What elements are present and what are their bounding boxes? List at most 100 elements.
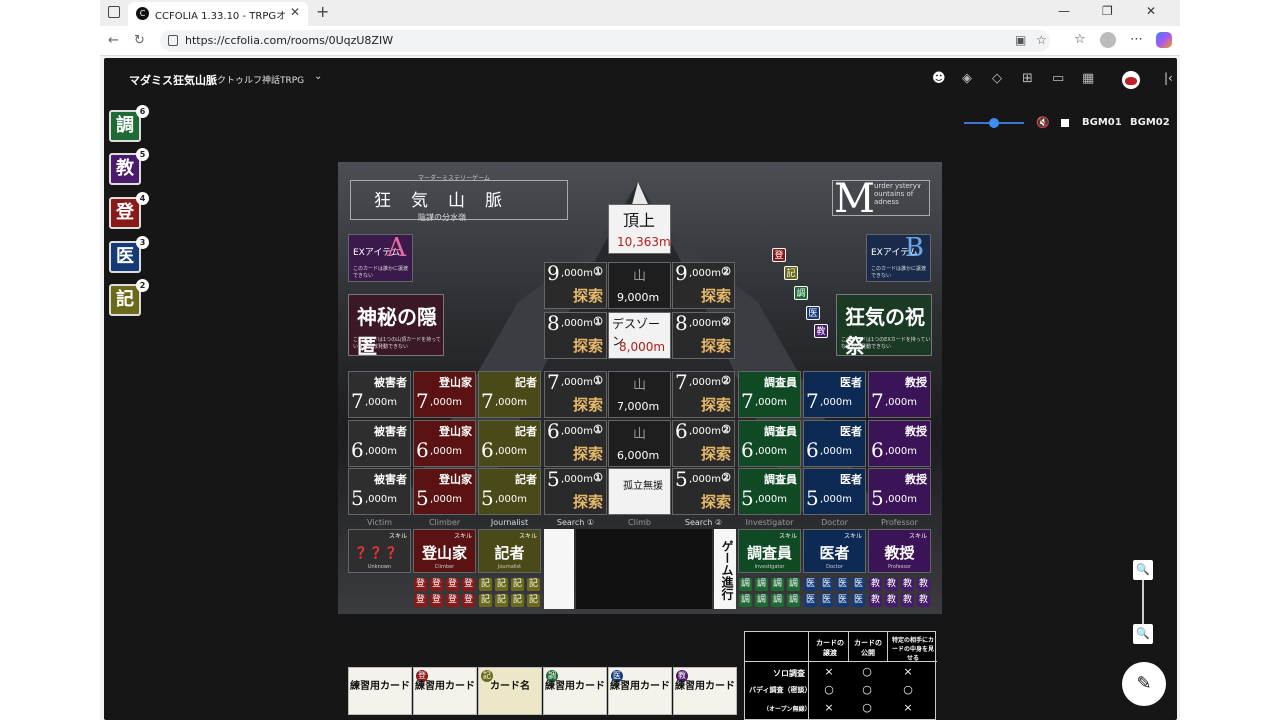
zoom-out-icon[interactable]: 🔍 [1133,624,1153,644]
role-chip[interactable]: 医 [804,578,817,591]
skill-card-investigator[interactable]: スキル 調査員 Investigator [738,529,801,573]
tab-active[interactable]: C CCFOLIA 1.33.10 - TRPGオンラインセ ✕ [128,2,308,26]
token-journalist[interactable]: 記2 [109,279,149,316]
address-bar[interactable]: https://ccfolia.com/rooms/0UqzU8ZIW ▣ ☆ [160,30,1050,52]
role-chip[interactable]: 記 [479,594,492,607]
role-chip[interactable]: 記 [527,578,540,591]
token-climber[interactable]: 登4 [109,192,149,229]
practice-card-5[interactable]: 医練習用カード [608,667,672,715]
minimize-icon[interactable]: — [1058,4,1070,18]
volume-slider-knob[interactable] [989,118,999,128]
role-chip[interactable]: 登 [430,594,443,607]
player-piece-investigator[interactable]: 調 [794,286,808,300]
search-card-9000-1[interactable]: 9,000m ① 探索 [544,261,607,309]
role-chip[interactable]: 調 [787,594,800,607]
role-chip[interactable]: 登 [462,578,475,591]
game-progress-card[interactable]: ゲーム進行 [714,529,736,609]
ritual-left-card[interactable]: 神秘の隠匿 このカードは1つの山頂カードを持っていなければ発動できない [348,294,444,358]
role-chip[interactable]: 登 [446,578,459,591]
search-card-5000-2[interactable]: 5,000m ② 探索 [672,467,735,515]
add-panel-icon[interactable]: ⊞ [1022,71,1033,86]
bgm02-button[interactable]: BGM02 [1130,117,1170,128]
investigator-card-6000[interactable]: 調査員 6,000m [738,420,801,467]
role-chip[interactable]: 調 [739,594,752,607]
dice-bot-icon[interactable]: ☻ [932,71,946,86]
climb-card-7000[interactable]: 山 7,000m [608,371,671,418]
role-chip[interactable]: 登 [430,578,443,591]
climber-card-5000[interactable]: 登山家 5,000m [413,468,476,515]
role-chip[interactable]: 登 [446,594,459,607]
search-card-7000-1[interactable]: 7,000m ① 探索 [544,370,607,418]
search-card-6000-2[interactable]: 6,000m ② 探索 [672,419,735,467]
professor-card-6000[interactable]: 教授 6,000m [868,420,931,467]
token-professor[interactable]: 教5 [109,148,149,185]
climber-card-6000[interactable]: 登山家 6,000m [413,420,476,467]
role-chip[interactable]: 教 [901,578,914,591]
screen-icon[interactable]: ▭ [1052,71,1064,86]
role-chip[interactable]: 医 [820,578,833,591]
skill-card-doctor[interactable]: スキル 医者 Doctor [803,529,866,573]
role-chip[interactable]: 調 [739,578,752,591]
role-chip[interactable]: 登 [414,578,427,591]
role-chip[interactable]: 記 [495,578,508,591]
role-chip[interactable]: 教 [917,578,930,591]
role-chip[interactable]: 医 [836,578,849,591]
investigator-card-5000[interactable]: 調査員 5,000m [738,468,801,515]
role-chip[interactable]: 記 [527,594,540,607]
practice-card-6[interactable]: 教練習用カード [673,667,737,715]
ritual-right-card[interactable]: 狂気の祝祭 このカードは1つのEXカードを持っていなければ発動できない [836,294,932,358]
site-info-icon[interactable] [168,35,178,46]
copilot-icon[interactable] [1156,32,1172,48]
room-subtitle[interactable]: クトゥルフ神話TRPG [217,73,304,86]
role-chip[interactable]: 記 [479,578,492,591]
stop-icon[interactable] [1061,119,1069,127]
profile-avatar[interactable] [1100,32,1116,48]
role-chip[interactable]: 記 [495,594,508,607]
more-menu-icon[interactable]: ⋯ [1130,32,1143,47]
role-chip[interactable]: 教 [901,594,914,607]
rules-table[interactable]: カードの譲渡 カードの公開 特定の相手にカードの中身を見せる ソロ調査 バディ調… [744,631,937,720]
doctor-card-7000[interactable]: 医者 7,000m [803,371,866,418]
professor-card-7000[interactable]: 教授 7,000m [868,371,931,418]
climber-card-7000[interactable]: 登山家 7,000m [413,371,476,418]
zoom-in-icon[interactable]: 🔍 [1133,560,1153,580]
install-app-icon[interactable]: ▣ [1015,33,1026,47]
search-card-7000-2[interactable]: 7,000m ② 探索 [672,370,735,418]
skill-card-unknown[interactable]: スキル ？？？ Unknown [348,529,411,573]
role-chip[interactable]: 記 [511,578,524,591]
role-chip[interactable]: 教 [885,594,898,607]
climb-card-9000[interactable]: 山 9,000m [608,262,671,309]
role-chip[interactable]: 医 [820,594,833,607]
search-card-5000-1[interactable]: 5,000m ① 探索 [544,467,607,515]
rules-sheet-left[interactable] [544,529,574,609]
victim-card-6000[interactable]: 被害者 6,000m [348,420,411,467]
close-tab-icon[interactable]: ✕ [290,5,300,19]
skill-card-professor[interactable]: スキル 教授 Professor [868,529,931,573]
search-card-6000-1[interactable]: 6,000m ① 探索 [544,419,607,467]
practice-card-1[interactable]: 練習用カード [348,667,412,715]
role-chip[interactable]: 教 [917,594,930,607]
search-card-8000-2[interactable]: 8,000m ② 探索 [672,311,735,359]
role-chip[interactable]: 調 [755,594,768,607]
layers-icon[interactable]: ◈ [962,71,972,86]
role-chip[interactable]: 医 [836,594,849,607]
search-card-8000-1[interactable]: 8,000m ① 探索 [544,311,607,359]
ex-item-b-card[interactable]: EXアイテム B このカードは誰かに譲渡できない [866,233,931,282]
practice-card-4[interactable]: 調練習用カード [543,667,607,715]
refresh-icon[interactable]: ↻ [134,33,145,48]
new-tab-icon[interactable]: + [316,2,329,21]
journalist-card-5000[interactable]: 記者 5,000m [478,468,541,515]
practice-card-2[interactable]: 登練習用カード [413,667,477,715]
collapse-panel-icon[interactable]: |‹ [1164,71,1173,85]
room-title[interactable]: マダミス狂気山脈 [129,72,217,88]
scene-icon[interactable]: ▦ [1082,71,1094,86]
role-chip[interactable]: 登 [462,594,475,607]
search-card-9000-2[interactable]: 9,000m ② 探索 [672,261,735,309]
rules-sheet-center[interactable] [576,529,712,609]
bgm01-button[interactable]: BGM01 [1082,117,1122,128]
role-chip[interactable]: 調 [771,594,784,607]
player-piece-doctor[interactable]: 医 [806,306,820,320]
journalist-card-7000[interactable]: 記者 7,000m [478,371,541,418]
token-doctor[interactable]: 医3 [109,236,149,273]
role-chip[interactable]: 登 [414,594,427,607]
